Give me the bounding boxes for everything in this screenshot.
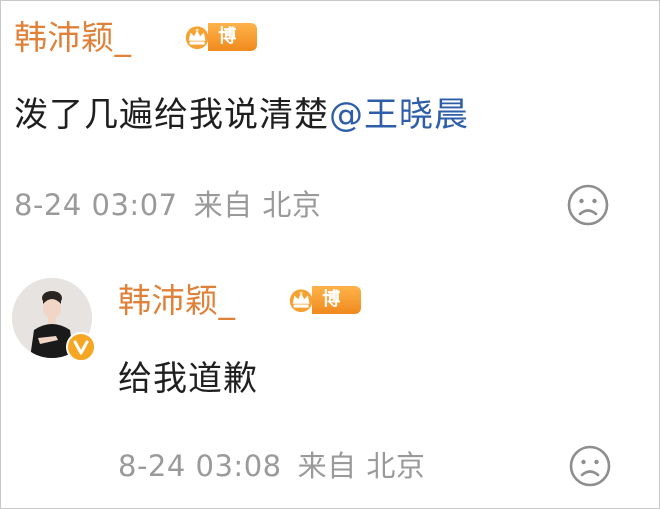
reply-username[interactable]: 韩沛颖_ — [118, 281, 236, 321]
verified-v-icon — [73, 340, 89, 355]
comment-location: 来自 北京 — [193, 188, 322, 222]
reaction-button[interactable] — [566, 183, 610, 227]
comment-text: 泼了几遍给我说清楚@王晓晨 — [14, 94, 469, 136]
reaction-button[interactable] — [568, 444, 612, 488]
sad-face-icon — [567, 184, 609, 226]
reply-timestamp: 8-24 03:08 — [118, 449, 282, 483]
comment-meta: 8-24 03:07 来自 北京 — [14, 187, 321, 223]
badge-label: 博主 — [208, 23, 257, 75]
blogger-badge: 博主 — [286, 283, 361, 338]
comment-timestamp: 8-24 03:07 — [14, 188, 178, 222]
comment-username[interactable]: 韩沛颖_ — [14, 18, 132, 58]
mention-link[interactable]: @王晓晨 — [329, 95, 469, 135]
verified-badge — [66, 332, 96, 362]
reply-text: 给我道歉 — [118, 359, 258, 399]
sad-face-icon — [569, 445, 611, 487]
badge-label: 博主 — [312, 286, 361, 338]
reply-location: 来自 北京 — [297, 449, 426, 483]
reply-meta: 8-24 03:08 来自 北京 — [118, 448, 425, 484]
screenshot-frame — [0, 0, 660, 509]
blogger-badge: 博主 — [182, 20, 257, 75]
comment-text-body: 泼了几遍给我说清楚 — [14, 95, 329, 135]
